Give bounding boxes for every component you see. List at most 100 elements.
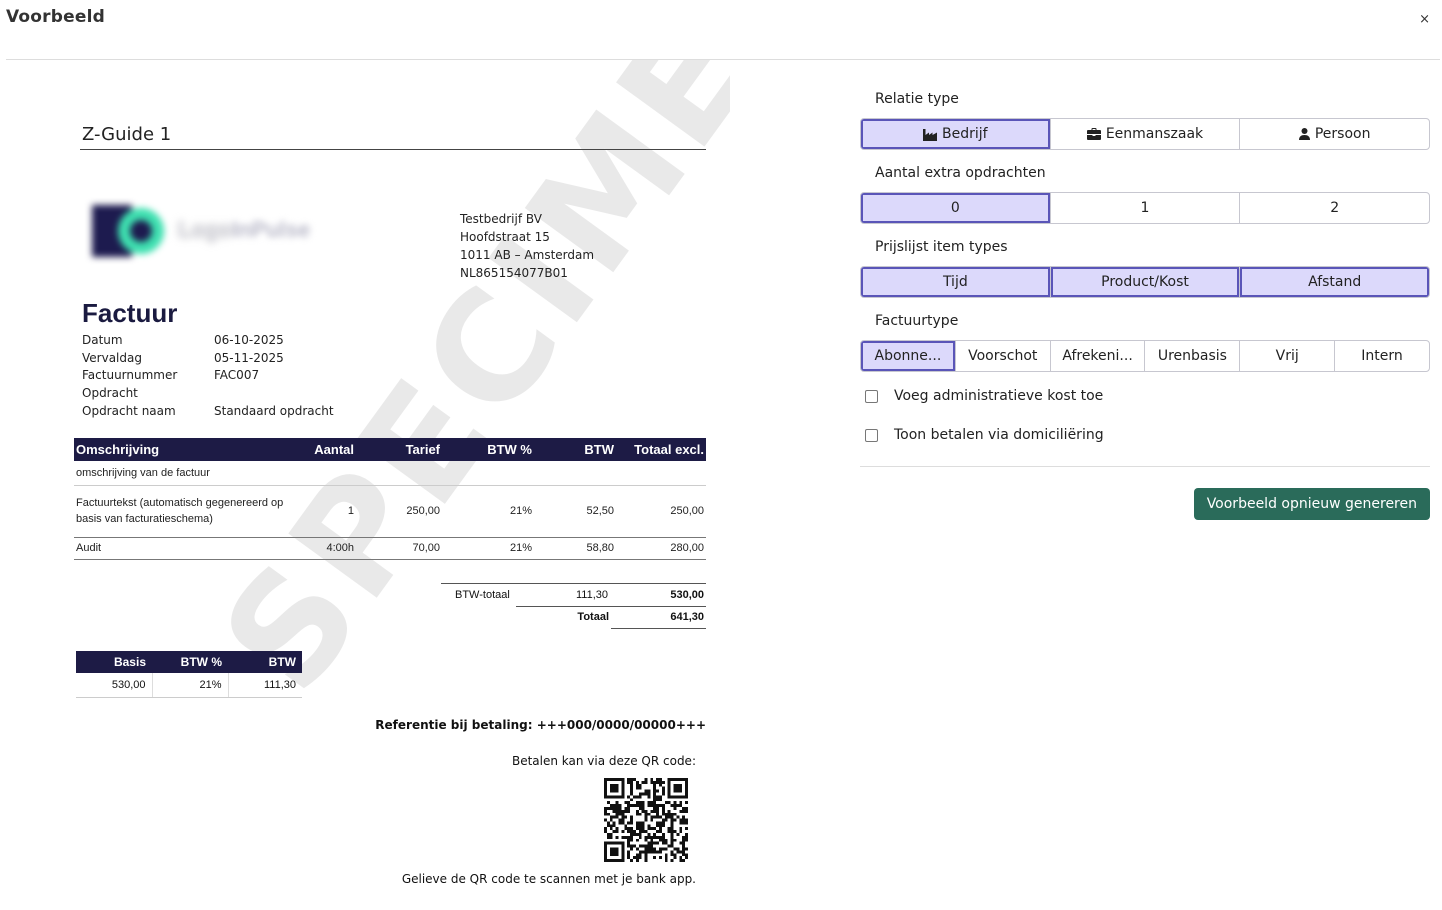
meta-value: Standaard opdracht — [214, 403, 334, 418]
column-header: Aantal — [296, 438, 356, 461]
regenerate-preview-button[interactable]: Voorbeeld opnieuw genereren — [1193, 488, 1430, 520]
relatie-option-persoon[interactable]: Persoon — [1240, 119, 1429, 149]
totals-divider — [441, 583, 706, 584]
invoice-description: omschrijving van de factuur — [74, 461, 706, 486]
factuurtype-voorschot[interactable]: Voorschot — [956, 341, 1051, 371]
vat-total-label: BTW-totaal — [455, 589, 510, 601]
address-line: Hoofdstraat 15 — [460, 230, 550, 244]
invoice-meta: Datum 06-10-2025 Vervaldag 05-11-2025 Fact… — [82, 332, 334, 420]
payment-reference: Referentie bij betaling: +++000/0000/000… — [375, 718, 706, 732]
line-description: Factuurtekst (automatisch gegenereerd op… — [74, 485, 296, 538]
line-rate: 250,00 — [356, 485, 442, 538]
address-line: 1011 AB – Amsterdam — [460, 248, 595, 262]
admin-cost-checkbox[interactable] — [865, 389, 878, 403]
vat-base: 530,00 — [76, 673, 153, 698]
checkbox-label: Toon betalen via domiciliëring — [894, 427, 1104, 443]
line-total: 280,00 — [616, 537, 706, 560]
item-type-afstand[interactable]: Afstand — [1240, 267, 1429, 297]
factuurtype-afrekening[interactable]: Afrekeni... — [1051, 341, 1146, 371]
payment-reference-label: Referentie bij betaling: — [375, 718, 533, 732]
company-address: Testbedrijf BV Hoofdstraat 15 1011 AB – … — [460, 210, 594, 282]
vat-total-value: 111,30 — [575, 589, 608, 601]
table-header-row: Omschrijving Aantal Tarief BTW % BTW Tot… — [74, 438, 706, 461]
column-header: BTW — [534, 438, 616, 461]
item-types-selector: Tijd Product/Kost Afstand — [860, 266, 1430, 298]
relatie-option-eenmanszaak[interactable]: Eenmanszaak — [1051, 119, 1241, 149]
line-vat-percent: 21% — [442, 485, 534, 538]
line-vat: 58,80 — [534, 537, 616, 560]
company-logo: Logo InPulse — [90, 205, 312, 257]
line-quantity: 1 — [296, 485, 356, 538]
close-button[interactable]: × — [1419, 12, 1430, 27]
address-line: Testbedrijf BV — [460, 212, 542, 226]
invoice-preview: SPECIMEN Z-Guide 1 Logo InPulse Testbedr… — [60, 60, 730, 910]
checkbox-label: Voeg administratieve kost toe — [894, 388, 1104, 404]
column-header: Totaal excl. — [616, 438, 706, 461]
factuurtype-abonnement[interactable]: Abonne... — [861, 341, 956, 371]
document-type: Factuur — [82, 298, 178, 328]
meta-label: Opdracht — [82, 386, 138, 401]
line-quantity: 4:00h — [296, 537, 356, 560]
payment-qr-code — [604, 778, 688, 862]
item-type-tijd[interactable]: Tijd — [861, 267, 1051, 297]
user-icon — [1298, 128, 1310, 140]
table-row: Factuurtekst (automatisch gegenereerd op… — [74, 485, 706, 538]
table-row: 530,00 21% 111,30 — [76, 673, 302, 698]
meta-label: Factuurnummer — [82, 368, 178, 383]
line-vat: 52,50 — [534, 485, 616, 538]
item-types-label: Prijslijst item types — [875, 239, 1008, 255]
line-vat-percent: 21% — [442, 537, 534, 560]
table-row: Audit 4:00h 70,00 21% 58,80 280,00 — [74, 537, 706, 560]
vat-header-row: Basis BTW % BTW — [76, 651, 302, 673]
relatie-option-bedrijf[interactable]: Bedrijf — [861, 119, 1051, 149]
admin-cost-option[interactable]: Voeg administratieve kost toe — [865, 388, 1103, 404]
factuurtype-intern[interactable]: Intern — [1335, 341, 1429, 371]
factuurtype-vrij[interactable]: Vrij — [1240, 341, 1336, 371]
item-type-product-kost[interactable]: Product/Kost — [1050, 267, 1241, 297]
totals-divider — [611, 628, 706, 629]
modal-title: Voorbeeld — [6, 7, 105, 27]
column-header: BTW % — [442, 438, 534, 461]
factuurtype-selector: Abonne... Voorschot Afrekeni... Urenbasi… — [860, 340, 1430, 372]
meta-label: Vervaldag — [82, 350, 142, 365]
vat-column-header: BTW — [228, 651, 302, 673]
direct-debit-checkbox[interactable] — [865, 428, 878, 442]
relatie-type-selector: Bedrijf Eenmanszaak Persoon — [860, 118, 1430, 150]
meta-value: 06-10-2025 — [214, 333, 284, 347]
excl-total-value: 530,00 — [670, 589, 704, 601]
direct-debit-option[interactable]: Toon betalen via domiciliëring — [865, 427, 1104, 443]
opdrachten-option-2[interactable]: 2 — [1240, 193, 1429, 223]
relatie-type-label: Relatie type — [875, 91, 959, 107]
line-rate: 70,00 — [356, 537, 442, 560]
factuurtype-urenbasis[interactable]: Urenbasis — [1145, 341, 1241, 371]
line-total: 250,00 — [616, 485, 706, 538]
qr-scan-instruction: Gelieve de QR code te scannen met je ban… — [401, 872, 696, 886]
vat-amount: 111,30 — [228, 673, 302, 698]
panel-divider — [860, 466, 1430, 467]
meta-label: Datum — [82, 333, 123, 347]
opdrachten-option-0[interactable]: 0 — [861, 193, 1051, 223]
briefcase-icon — [1086, 128, 1101, 140]
line-description: Audit — [74, 537, 296, 560]
payment-reference-value: +++000/0000/00000+++ — [536, 718, 706, 732]
meta-label: Opdracht naam — [82, 403, 176, 418]
address-line: NL865154077B01 — [460, 266, 568, 280]
meta-value: 05-11-2025 — [214, 350, 284, 365]
option-label: Persoon — [1314, 126, 1371, 142]
option-label: Eenmanszaak — [1105, 126, 1204, 142]
factuurtype-label: Factuurtype — [875, 313, 959, 329]
option-label: Bedrijf — [942, 126, 988, 142]
title-divider — [80, 149, 706, 150]
vat-column-header: BTW % — [152, 651, 228, 673]
extra-opdrachten-selector: 0 1 2 — [860, 192, 1430, 224]
totals-divider — [516, 606, 706, 607]
column-header: Omschrijving — [74, 438, 296, 461]
meta-value: FAC007 — [214, 368, 260, 383]
extra-opdrachten-label: Aantal extra opdrachten — [875, 165, 1046, 181]
invoice-company-title: Z-Guide 1 — [82, 124, 172, 145]
column-header: Tarief — [356, 438, 442, 461]
vat-percent: 21% — [152, 673, 229, 698]
industry-icon — [923, 128, 938, 141]
vat-summary-table: Basis BTW % BTW 530,00 21% 111,30 — [76, 651, 302, 698]
opdrachten-option-1[interactable]: 1 — [1051, 193, 1241, 223]
